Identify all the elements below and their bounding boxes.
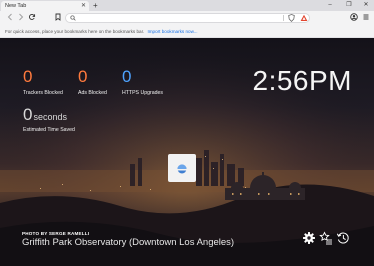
time-saved-value: 0 [23, 105, 33, 124]
tab-new-tab[interactable]: New Tab ✕ [1, 1, 89, 11]
forward-button[interactable] [16, 13, 26, 23]
time-saved-unit: seconds [33, 112, 67, 122]
tab-title: New Tab [5, 3, 27, 9]
stat-ads-blocked: 0 Ads Blocked [78, 68, 107, 96]
tab-close-icon[interactable]: ✕ [81, 1, 86, 11]
reload-icon [29, 14, 36, 20]
top-site-favicon-icon [176, 164, 188, 174]
reload-button[interactable] [27, 13, 37, 23]
back-button[interactable] [5, 13, 15, 23]
settings-gear-icon[interactable] [302, 231, 316, 245]
https-upgrades-label: HTTPS Upgrades [122, 90, 163, 96]
back-arrow-icon [7, 13, 12, 21]
ads-blocked-label: Ads Blocked [78, 90, 107, 96]
bookmarks-star-icon[interactable] [319, 231, 333, 245]
trackers-blocked-count: 0 [23, 67, 33, 86]
bookmarks-bar: For quick access, place your bookmarks h… [0, 25, 374, 38]
new-tab-page: 0 Trackers Blocked 0 Ads Blocked 0 HTTPS… [0, 38, 374, 266]
bookmarks-bar-message: For quick access, place your bookmarks h… [5, 29, 145, 34]
address-bar-divider [283, 15, 284, 21]
profile-button[interactable] [349, 13, 359, 23]
bookmark-icon [55, 13, 61, 21]
brave-rewards-icon[interactable] [300, 14, 308, 25]
title-bar: New Tab ✕ + – ❐ ✕ [0, 0, 374, 11]
hamburger-menu-icon [363, 14, 369, 20]
time-saved-label: Estimated Time Saved [23, 127, 75, 133]
menu-button[interactable] [361, 13, 371, 23]
search-icon [70, 15, 76, 21]
close-window-button[interactable]: ✕ [361, 0, 371, 11]
ads-blocked-count: 0 [78, 67, 88, 86]
top-site-tile[interactable] [168, 154, 196, 182]
stat-trackers-blocked: 0 Trackers Blocked [23, 68, 63, 96]
import-bookmarks-link[interactable]: Import bookmarks now... [147, 29, 197, 34]
stat-https-upgrades: 0 HTTPS Upgrades [122, 68, 163, 96]
clock: 2:56PM [252, 65, 352, 96]
new-tab-button[interactable]: + [93, 0, 98, 11]
toolbar [0, 11, 374, 25]
bookmark-page-button[interactable] [53, 13, 63, 23]
photo-credit: PHOTO BY SERGE RAMELLI Griffith Park Obs… [22, 231, 234, 248]
forward-arrow-icon [19, 13, 24, 21]
minimize-button[interactable]: – [325, 0, 335, 11]
maximize-button[interactable]: ❐ [344, 0, 354, 11]
address-bar[interactable] [65, 13, 310, 23]
photo-location: Griffith Park Observatory (Downtown Los … [22, 237, 235, 248]
https-upgrades-count: 0 [122, 67, 132, 86]
brave-shields-icon[interactable] [288, 14, 295, 25]
stat-time-saved: 0seconds Estimated Time Saved [23, 106, 75, 133]
photo-credit-author: PHOTO BY SERGE RAMELLI [22, 231, 90, 236]
history-clock-icon[interactable] [336, 231, 350, 245]
trackers-blocked-label: Trackers Blocked [23, 90, 63, 96]
profile-icon [350, 13, 358, 21]
